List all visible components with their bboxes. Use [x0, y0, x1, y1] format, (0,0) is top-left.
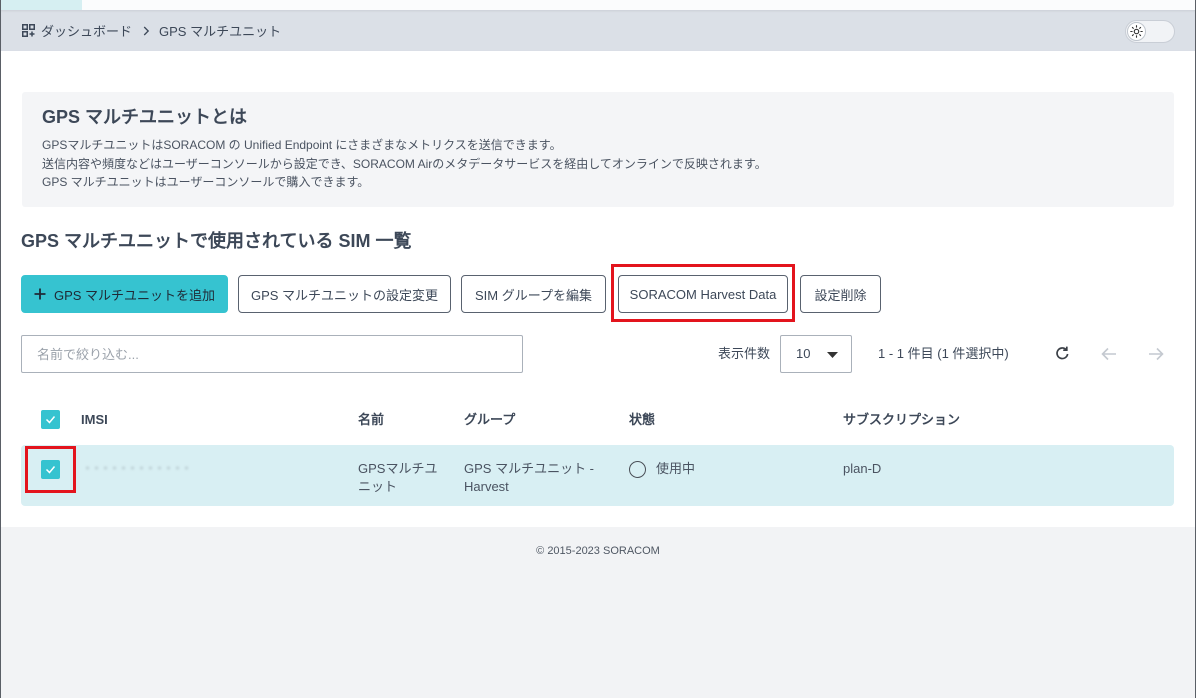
info-panel: GPS マルチユニットとは GPSマルチユニットはSORACOM の Unifi…	[22, 92, 1174, 207]
cell-status: 使用中	[656, 461, 696, 476]
main-content: GPS マルチユニットとは GPSマルチユニットはSORACOM の Unifi…	[0, 51, 1196, 527]
circle-outline-icon	[629, 461, 646, 478]
breadcrumb-dashboard-link[interactable]: ダッシュボード	[41, 21, 132, 40]
table-row[interactable]: GPSマルチユニット GPS マルチユニット - Harvest 使用中 pla…	[21, 445, 1174, 506]
info-description: GPSマルチユニットはSORACOM の Unified Endpoint にさ…	[42, 136, 767, 192]
info-line: GPS マルチユニットはユーザーコンソールで購入できます。	[42, 175, 370, 189]
delete-settings-button[interactable]: 設定削除	[800, 275, 881, 313]
page-header: ダッシュボード GPS マルチユニット	[0, 10, 1196, 51]
imsi-redacted	[83, 464, 189, 472]
window-border-left	[0, 0, 1, 698]
info-line: 送信内容や頻度などはユーザーコンソールから設定でき、SORACOM Airのメタ…	[42, 156, 767, 171]
chevron-right-icon	[143, 26, 150, 36]
column-header-group[interactable]: グループ	[464, 410, 515, 429]
breadcrumb: ダッシュボード GPS マルチユニット	[22, 10, 281, 51]
plus-icon	[34, 288, 46, 300]
section-title: GPS マルチユニットで使用されている SIM 一覧	[21, 231, 412, 251]
column-header-status[interactable]: 状態	[629, 410, 655, 429]
cell-group[interactable]: GPS マルチユニット - Harvest	[464, 460, 609, 496]
copyright: © 2015-2023 SORACOM	[536, 545, 660, 557]
top-strip	[0, 0, 1196, 10]
harvest-data-label: SORACOM Harvest Data	[629, 286, 777, 302]
column-header-name[interactable]: 名前	[358, 410, 384, 429]
theme-toggle[interactable]	[1125, 20, 1175, 43]
add-gps-unit-label: GPS マルチユニットを追加	[53, 287, 216, 303]
cell-name: GPSマルチユニット	[358, 461, 438, 494]
pagination-range: 1 - 1 件目 (1 件選択中)	[878, 346, 1009, 361]
column-header-imsi[interactable]: IMSI	[81, 410, 108, 429]
per-page-value: 10	[796, 346, 811, 361]
edit-sim-group-label: SIM グループを編集	[475, 287, 592, 303]
breadcrumb-current: GPS マルチユニット	[159, 24, 282, 39]
harvest-data-button[interactable]: SORACOM Harvest Data	[618, 275, 788, 313]
change-settings-label: GPS マルチユニットの設定変更	[250, 287, 439, 303]
arrow-left-icon[interactable]	[1101, 347, 1117, 361]
arrow-right-icon[interactable]	[1148, 347, 1164, 361]
cell-subscription: plan-D	[843, 461, 882, 476]
per-page-label: 表示件数	[718, 346, 771, 361]
name-filter-input[interactable]	[21, 335, 523, 373]
row-checkbox[interactable]	[41, 460, 60, 479]
dashboard-icon	[22, 24, 35, 37]
sun-icon	[1127, 22, 1146, 41]
column-header-subscription[interactable]: サブスクリプション	[843, 410, 960, 429]
caret-down-icon	[827, 352, 838, 358]
active-nav-indicator	[0, 0, 82, 10]
refresh-icon[interactable]	[1054, 345, 1071, 362]
info-title: GPS マルチユニットとは	[42, 107, 248, 127]
sim-table: IMSI 名前 グループ 状態 サブスクリプション GPSマルチユニット GPS…	[21, 400, 1174, 557]
table-header: IMSI 名前 グループ 状態 サブスクリプション	[21, 400, 1174, 445]
info-line: GPSマルチユニットはSORACOM の Unified Endpoint にさ…	[42, 138, 562, 152]
select-all-checkbox[interactable]	[41, 410, 60, 429]
delete-settings-label: 設定削除	[814, 287, 867, 303]
edit-sim-group-button[interactable]: SIM グループを編集	[461, 275, 606, 313]
check-icon	[45, 416, 56, 424]
change-settings-button[interactable]: GPS マルチユニットの設定変更	[238, 275, 451, 313]
check-icon	[45, 466, 56, 474]
per-page-select[interactable]: 10	[780, 335, 852, 373]
add-gps-unit-button[interactable]: GPS マルチユニットを追加	[21, 275, 228, 313]
